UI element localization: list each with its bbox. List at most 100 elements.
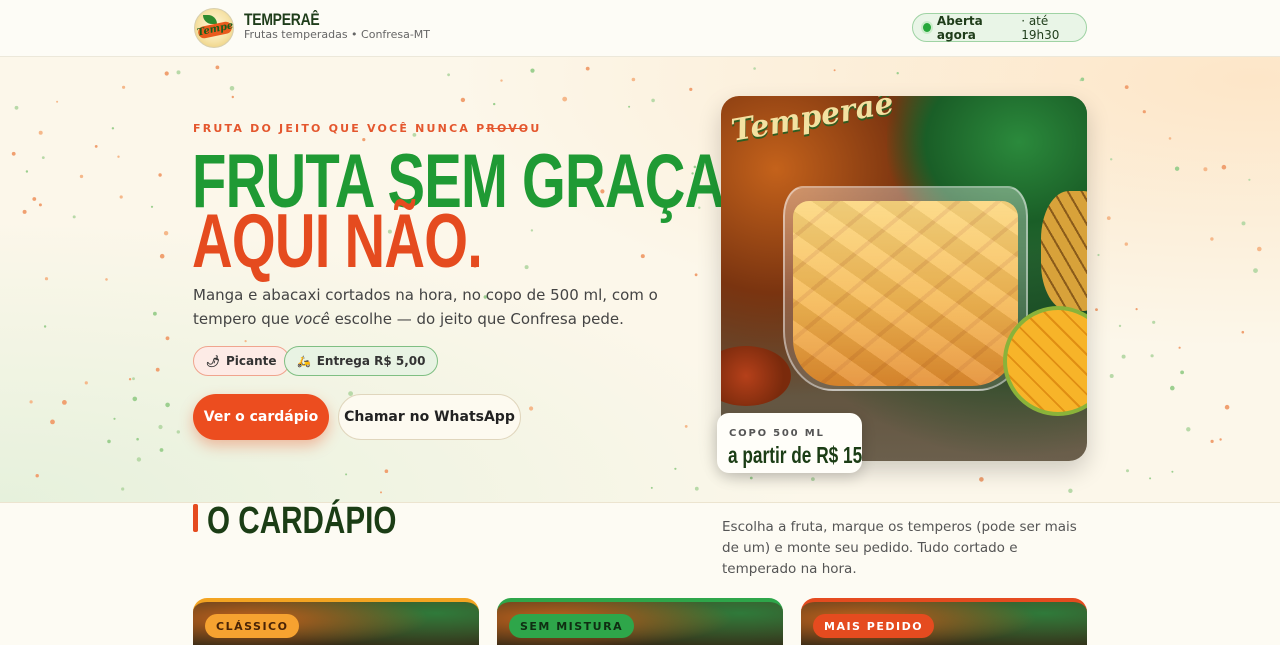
decor-dot [117, 155, 120, 158]
decor-dot [811, 477, 815, 481]
menu-section-title: O CARDÁPIO [207, 500, 397, 542]
decor-dot [674, 467, 677, 470]
decor-dot [1118, 324, 1122, 328]
decor-dot [380, 491, 382, 494]
decor-dot [628, 105, 631, 108]
decor-dot [585, 66, 590, 71]
decor-dot [132, 396, 138, 402]
whatsapp-button[interactable]: Chamar no WhatsApp [338, 394, 521, 440]
photo-pineapple [1041, 191, 1087, 311]
decor-dot [1203, 167, 1208, 172]
brand-logo[interactable]: Temperaê [194, 8, 234, 48]
section-accent-bar [193, 504, 198, 532]
decor-dot [1150, 354, 1154, 358]
decor-dot [153, 311, 157, 316]
decor-dot [1095, 308, 1098, 311]
motorbike-icon: 🛵 [297, 354, 311, 368]
decor-dot [1106, 216, 1111, 221]
decor-dot [1257, 246, 1262, 252]
decor-dot [694, 486, 699, 491]
decor-dot [493, 102, 496, 106]
decor-dot [1186, 427, 1191, 432]
photo-spice-bowl [721, 346, 791, 406]
price-card: COPO 500 ML a partir de R$ 15 [717, 413, 862, 473]
decor-dot [896, 72, 899, 75]
decor-dot [14, 105, 19, 110]
decor-dot [56, 100, 59, 103]
decor-dot [1068, 488, 1073, 493]
menu-card-popular[interactable]: MAIS PEDIDO [801, 598, 1087, 645]
decor-dot [1224, 404, 1230, 410]
decor-dot [229, 86, 235, 91]
decor-dot [684, 425, 688, 428]
status-hours: · até 19h30 [1021, 13, 1060, 42]
decor-dot [79, 174, 84, 179]
decor-dot [524, 265, 529, 270]
decor-dot [1170, 385, 1175, 391]
decor-dot [1097, 253, 1100, 257]
decor-dot [384, 469, 389, 474]
decor-dot [132, 377, 135, 381]
product-photo: Temperaê [721, 96, 1087, 461]
decor-dot [1121, 354, 1126, 359]
decor-dot [562, 96, 568, 102]
decor-dot [749, 476, 753, 480]
decor-dot [84, 381, 88, 385]
decor-dot [1210, 439, 1214, 443]
decor-dot [158, 424, 163, 430]
decor-dot [176, 430, 180, 434]
status-open-label: Aberta agora [936, 13, 983, 42]
decor-dot [1253, 268, 1258, 273]
decor-dot [32, 197, 37, 201]
decor-dot [35, 474, 39, 478]
decor-dot [164, 71, 169, 76]
decor-dot [155, 367, 160, 372]
decor-dot [41, 156, 45, 159]
decor-dot [136, 437, 139, 441]
menu-section-description: Escolha a fruta, marque os temperos (pod… [722, 519, 1077, 577]
decor-dot [38, 130, 43, 135]
decor-dot [159, 448, 164, 452]
decor-dot [25, 170, 29, 173]
decor-dot [38, 203, 42, 207]
chip-spicy: 🌶 Picante [193, 346, 290, 376]
decor-dot [165, 402, 170, 408]
decor-dot [1210, 237, 1214, 241]
menu-card-classic[interactable]: CLÁSSICO [193, 598, 479, 645]
card-badge: MAIS PEDIDO [813, 614, 935, 638]
lead-emphasis: você [294, 310, 330, 328]
decor-dot [833, 69, 836, 72]
decor-dot [244, 340, 247, 343]
decor-dot [72, 215, 76, 219]
decor-dot [529, 406, 534, 411]
decor-dot [176, 70, 181, 75]
decor-dot [530, 229, 534, 232]
decor-dot [128, 378, 132, 381]
decor-dot [62, 400, 67, 405]
decor-dot [1135, 308, 1138, 311]
decor-dot [631, 77, 636, 82]
decor-dot [150, 205, 154, 208]
decor-dot [640, 254, 645, 259]
decor-dot [215, 65, 220, 70]
decor-dot [158, 173, 162, 177]
decor-dot [1109, 374, 1114, 378]
decor-dot [1171, 470, 1174, 473]
menu-card-no-mix[interactable]: SEM MISTURA [497, 598, 783, 645]
view-menu-button[interactable]: Ver o cardápio [193, 394, 329, 440]
decor-dot [530, 68, 535, 73]
decor-dot [111, 127, 115, 130]
decor-dot [1110, 158, 1113, 161]
decor-dot [136, 457, 142, 462]
decor-dot [94, 145, 98, 148]
decor-dot [1219, 438, 1222, 441]
leaf-icon [203, 15, 217, 24]
chip-delivery-label: Entrega R$ 5,00 [316, 354, 426, 368]
decor-dot [500, 79, 503, 82]
decor-dot [122, 85, 126, 89]
decor-dot [1180, 370, 1184, 375]
decor-dot [105, 278, 108, 281]
decor-dot [1168, 137, 1172, 140]
eyebrow-divider [486, 128, 526, 129]
decor-dot [1142, 110, 1146, 114]
